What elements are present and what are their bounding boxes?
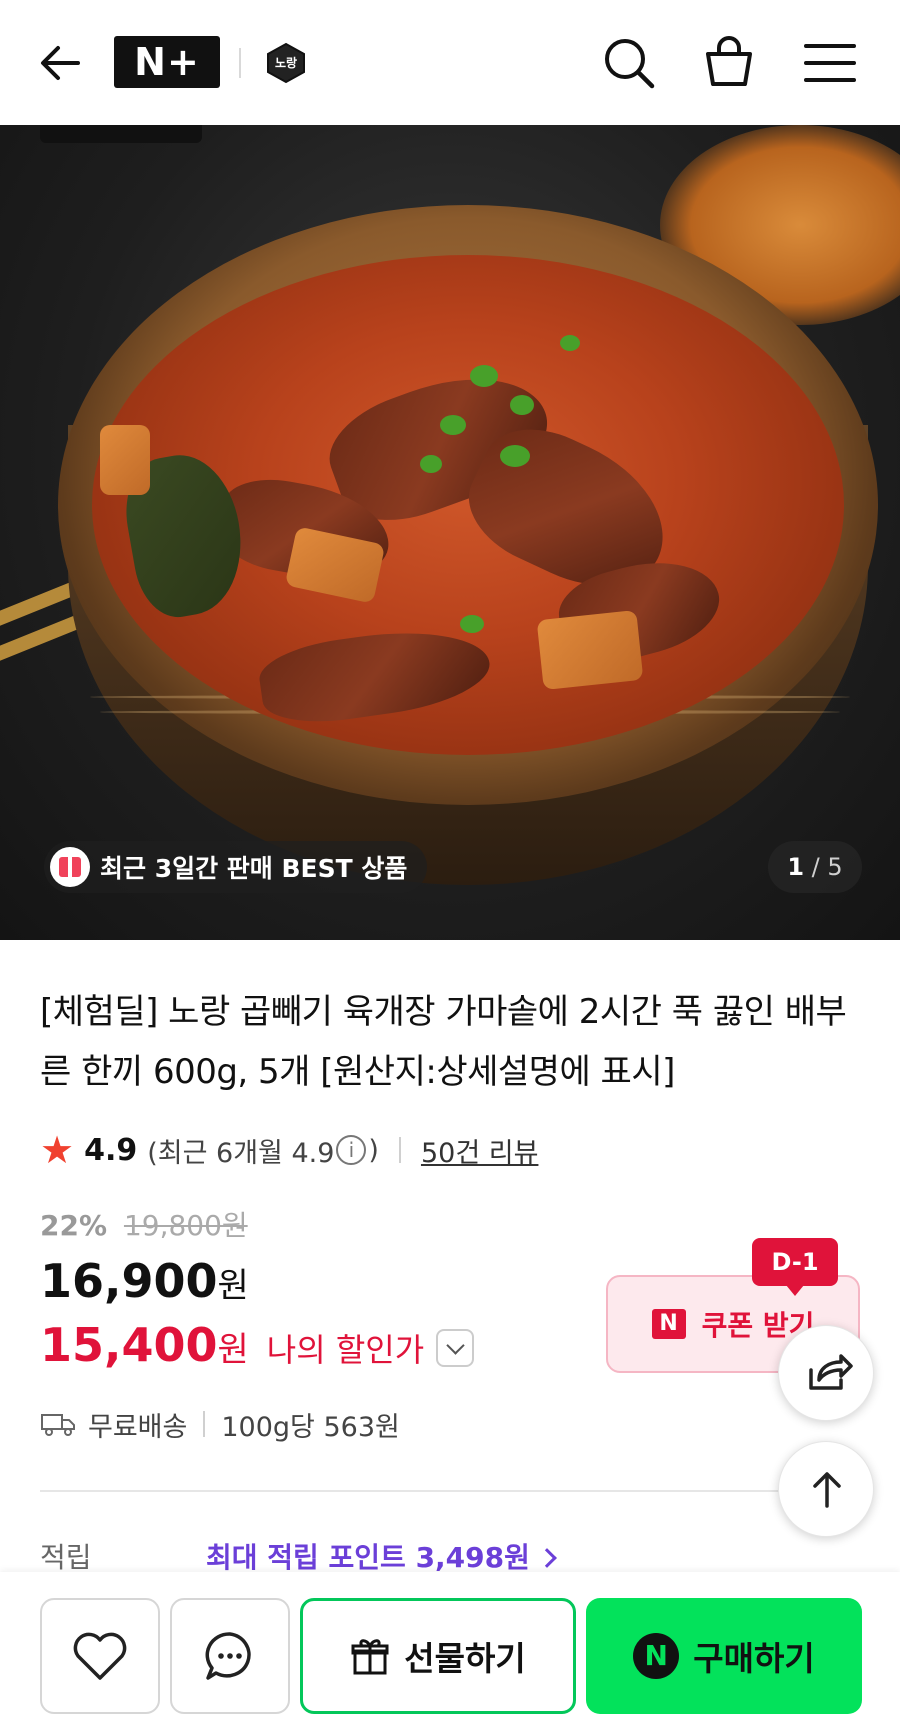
scallion	[560, 335, 580, 351]
my-price-number: 15,400	[40, 1318, 218, 1372]
my-price-unit: 원	[217, 1330, 249, 1370]
points-row[interactable]: 적립 최대 적립 포인트 3,498원	[40, 1536, 870, 1576]
rating-row: ★ 4.9 (최근 6개월 4.9 i ) 50건 리뷰	[40, 1128, 538, 1172]
my-price-label: 나의 할인가	[266, 1331, 425, 1369]
recent-rating-prefix: (최근 6개월 4.9	[147, 1137, 335, 1169]
scallion	[510, 395, 534, 415]
header-divider	[239, 48, 241, 78]
recent-rating-suffix: )	[368, 1134, 379, 1166]
bottom-action-bar: 선물하기 N 구매하기	[0, 1572, 900, 1727]
buy-button[interactable]: N 구매하기	[586, 1598, 862, 1714]
scallion	[460, 615, 484, 633]
brand-logo[interactable]: 노랑	[264, 42, 308, 84]
wishlist-button[interactable]	[40, 1598, 160, 1714]
truck-icon	[41, 1414, 75, 1436]
gift-label: 선물하기	[404, 1639, 526, 1678]
share-button[interactable]	[778, 1325, 874, 1421]
heart-icon	[73, 1632, 127, 1680]
best-seller-text: 최근 3일간 판매 BEST 상품	[100, 854, 408, 883]
naver-plus-logo-text: N+	[134, 40, 200, 84]
rating-divider	[398, 1137, 401, 1163]
scallion	[440, 415, 466, 435]
naver-n-icon: N	[651, 1309, 686, 1339]
points-value[interactable]: 최대 적립 포인트 3,498원	[206, 1536, 557, 1576]
scroll-top-button[interactable]	[778, 1441, 874, 1537]
cart-button[interactable]	[700, 32, 758, 92]
shipping-divider	[203, 1411, 206, 1437]
scallion	[420, 455, 442, 473]
scallion	[500, 445, 530, 467]
top-header: N+ 노랑	[0, 0, 900, 125]
share-icon	[809, 1354, 853, 1390]
sale-price-unit: 원	[217, 1266, 249, 1306]
product-title: [체험딜] 노랑 곱빼기 육개장 가마솥에 2시간 푹 끓인 배부른 한끼 60…	[40, 992, 847, 1092]
scallion	[470, 365, 498, 387]
points-label: 적립	[40, 1541, 92, 1574]
sale-price-number: 16,900	[40, 1254, 218, 1308]
discount-percent: 22%	[40, 1209, 108, 1242]
search-icon	[605, 39, 655, 89]
chat-icon	[205, 1632, 251, 1680]
sale-price: 16,900원	[40, 1254, 249, 1308]
talk-button[interactable]	[170, 1598, 290, 1714]
gift-button[interactable]: 선물하기	[300, 1598, 576, 1714]
pager-current: 1	[787, 853, 805, 881]
gift-icon	[50, 847, 90, 887]
original-price: 19,800원	[123, 1209, 248, 1242]
arrow-up-icon	[813, 1472, 841, 1508]
menu-button[interactable]	[802, 38, 858, 88]
gift-box-icon	[351, 1639, 389, 1675]
discount-row: 22% 19,800원	[40, 1204, 248, 1244]
shopping-bag-icon	[706, 36, 752, 86]
buy-label: 구매하기	[693, 1639, 815, 1678]
back-arrow-icon	[41, 46, 80, 80]
d-day-badge: D-1	[752, 1238, 838, 1296]
image-pager: 1 / 5	[768, 841, 862, 893]
pager-total: 5	[827, 853, 843, 881]
chevron-right-icon	[537, 1548, 557, 1568]
rating-score: 4.9	[84, 1132, 138, 1168]
brand-logo-text: 노랑	[274, 56, 298, 70]
info-icon[interactable]: i	[336, 1135, 367, 1165]
best-seller-badge: 최근 3일간 판매 BEST 상품	[44, 841, 428, 893]
back-button[interactable]	[34, 36, 88, 90]
radish-piece	[100, 425, 150, 495]
section-divider	[40, 1490, 870, 1492]
points-value-text: 최대 적립 포인트 3,498원	[206, 1541, 530, 1574]
menu-icon	[804, 44, 856, 82]
unit-price: 100g당 563원	[221, 1411, 400, 1443]
pager-separator: /	[804, 853, 828, 881]
review-count-link[interactable]: 50건 리뷰	[421, 1131, 538, 1170]
search-button[interactable]	[600, 34, 658, 92]
star-icon: ★	[40, 1128, 75, 1172]
naver-pay-icon: N	[633, 1633, 680, 1679]
naver-plus-logo[interactable]: N+	[114, 36, 220, 88]
my-discount-price: 15,400 원 나의 할인가	[40, 1318, 475, 1372]
radish-piece	[536, 609, 644, 691]
shipping-row: 무료배송 100g당 563원	[40, 1404, 400, 1444]
product-image-carousel[interactable]: 최근 3일간 판매 BEST 상품 1 / 5	[0, 125, 900, 940]
shipping-text: 무료배송	[88, 1411, 188, 1443]
chevron-down-icon[interactable]	[436, 1329, 475, 1367]
image-top-tag	[40, 125, 202, 143]
